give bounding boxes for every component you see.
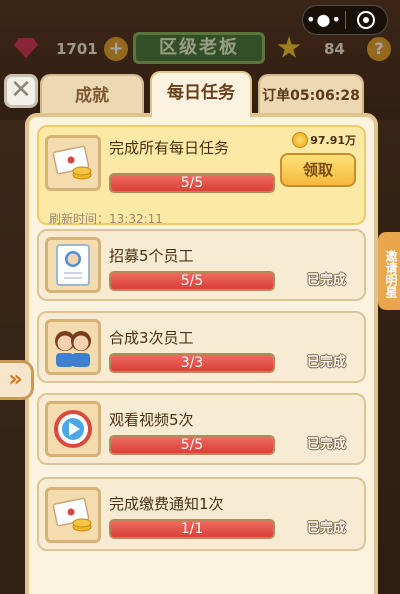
task-title: 招募5个员工 — [109, 247, 194, 265]
task-card-recruit: 招募5个员工 5/5 已完成 — [37, 229, 366, 301]
refresh-time: 刷新时间：13:32:11 — [49, 212, 163, 226]
completed-label: 已完成 — [306, 355, 346, 370]
employees-pair-icon — [45, 319, 101, 375]
progress-text: 5/5 — [180, 273, 204, 289]
task-progress-bar: 5/5 — [109, 435, 275, 455]
task-card-all-daily: 完成所有每日任务 5/5 97.91万 领取 刷新时间：13:32:11 — [37, 125, 366, 226]
completed-label: 已完成 — [306, 437, 346, 452]
mini-program-capsule: •●• — [302, 5, 388, 35]
invite-star-button[interactable]: 邀请明星 — [378, 232, 400, 310]
task-title: 观看视频5次 — [109, 411, 194, 429]
coin-icon — [292, 132, 309, 148]
progress-text: 1/1 — [180, 521, 204, 537]
task-title: 完成缴费通知1次 — [109, 495, 224, 513]
progress-text: 5/5 — [180, 437, 204, 453]
more-icon[interactable]: •●• — [303, 12, 345, 28]
expand-arrow-icon[interactable]: » — [0, 360, 34, 400]
envelope-coins-icon — [45, 135, 101, 191]
close-icon[interactable]: ✕ — [4, 74, 38, 108]
task-progress-bar: 5/5 — [109, 271, 275, 291]
task-progress-bar: 1/1 — [109, 519, 275, 539]
task-card-merge: 合成3次员工 3/3 已完成 — [37, 311, 366, 383]
daily-tasks-panel: 完成所有每日任务 5/5 97.91万 领取 刷新时间：13:32:11 招募5… — [25, 113, 378, 594]
progress-text: 5/5 — [180, 175, 204, 191]
tab-order[interactable]: 订单05:06:28 — [258, 74, 364, 116]
claim-button[interactable]: 领取 — [280, 153, 356, 187]
mini-program-close-icon[interactable] — [346, 11, 387, 29]
task-card-video: 观看视频5次 5/5 已完成 — [37, 393, 366, 465]
progress-text: 3/3 — [180, 355, 204, 371]
employee-card-icon — [45, 237, 101, 293]
task-progress-bar: 5/5 — [109, 173, 275, 193]
play-video-icon — [45, 401, 101, 457]
tab-daily-tasks[interactable]: 每日任务 — [150, 71, 252, 117]
reward-amount: 97.91万 — [310, 134, 356, 147]
task-progress-bar: 3/3 — [109, 353, 275, 373]
reward: 97.91万 — [292, 132, 356, 148]
envelope-coins-icon — [45, 487, 101, 543]
tab-achievements[interactable]: 成就 — [40, 74, 144, 116]
task-title: 合成3次员工 — [109, 329, 194, 347]
task-title: 完成所有每日任务 — [109, 139, 230, 157]
completed-label: 已完成 — [306, 521, 346, 536]
task-card-payment: 完成缴费通知1次 1/1 已完成 — [37, 477, 366, 551]
completed-label: 已完成 — [306, 273, 346, 288]
